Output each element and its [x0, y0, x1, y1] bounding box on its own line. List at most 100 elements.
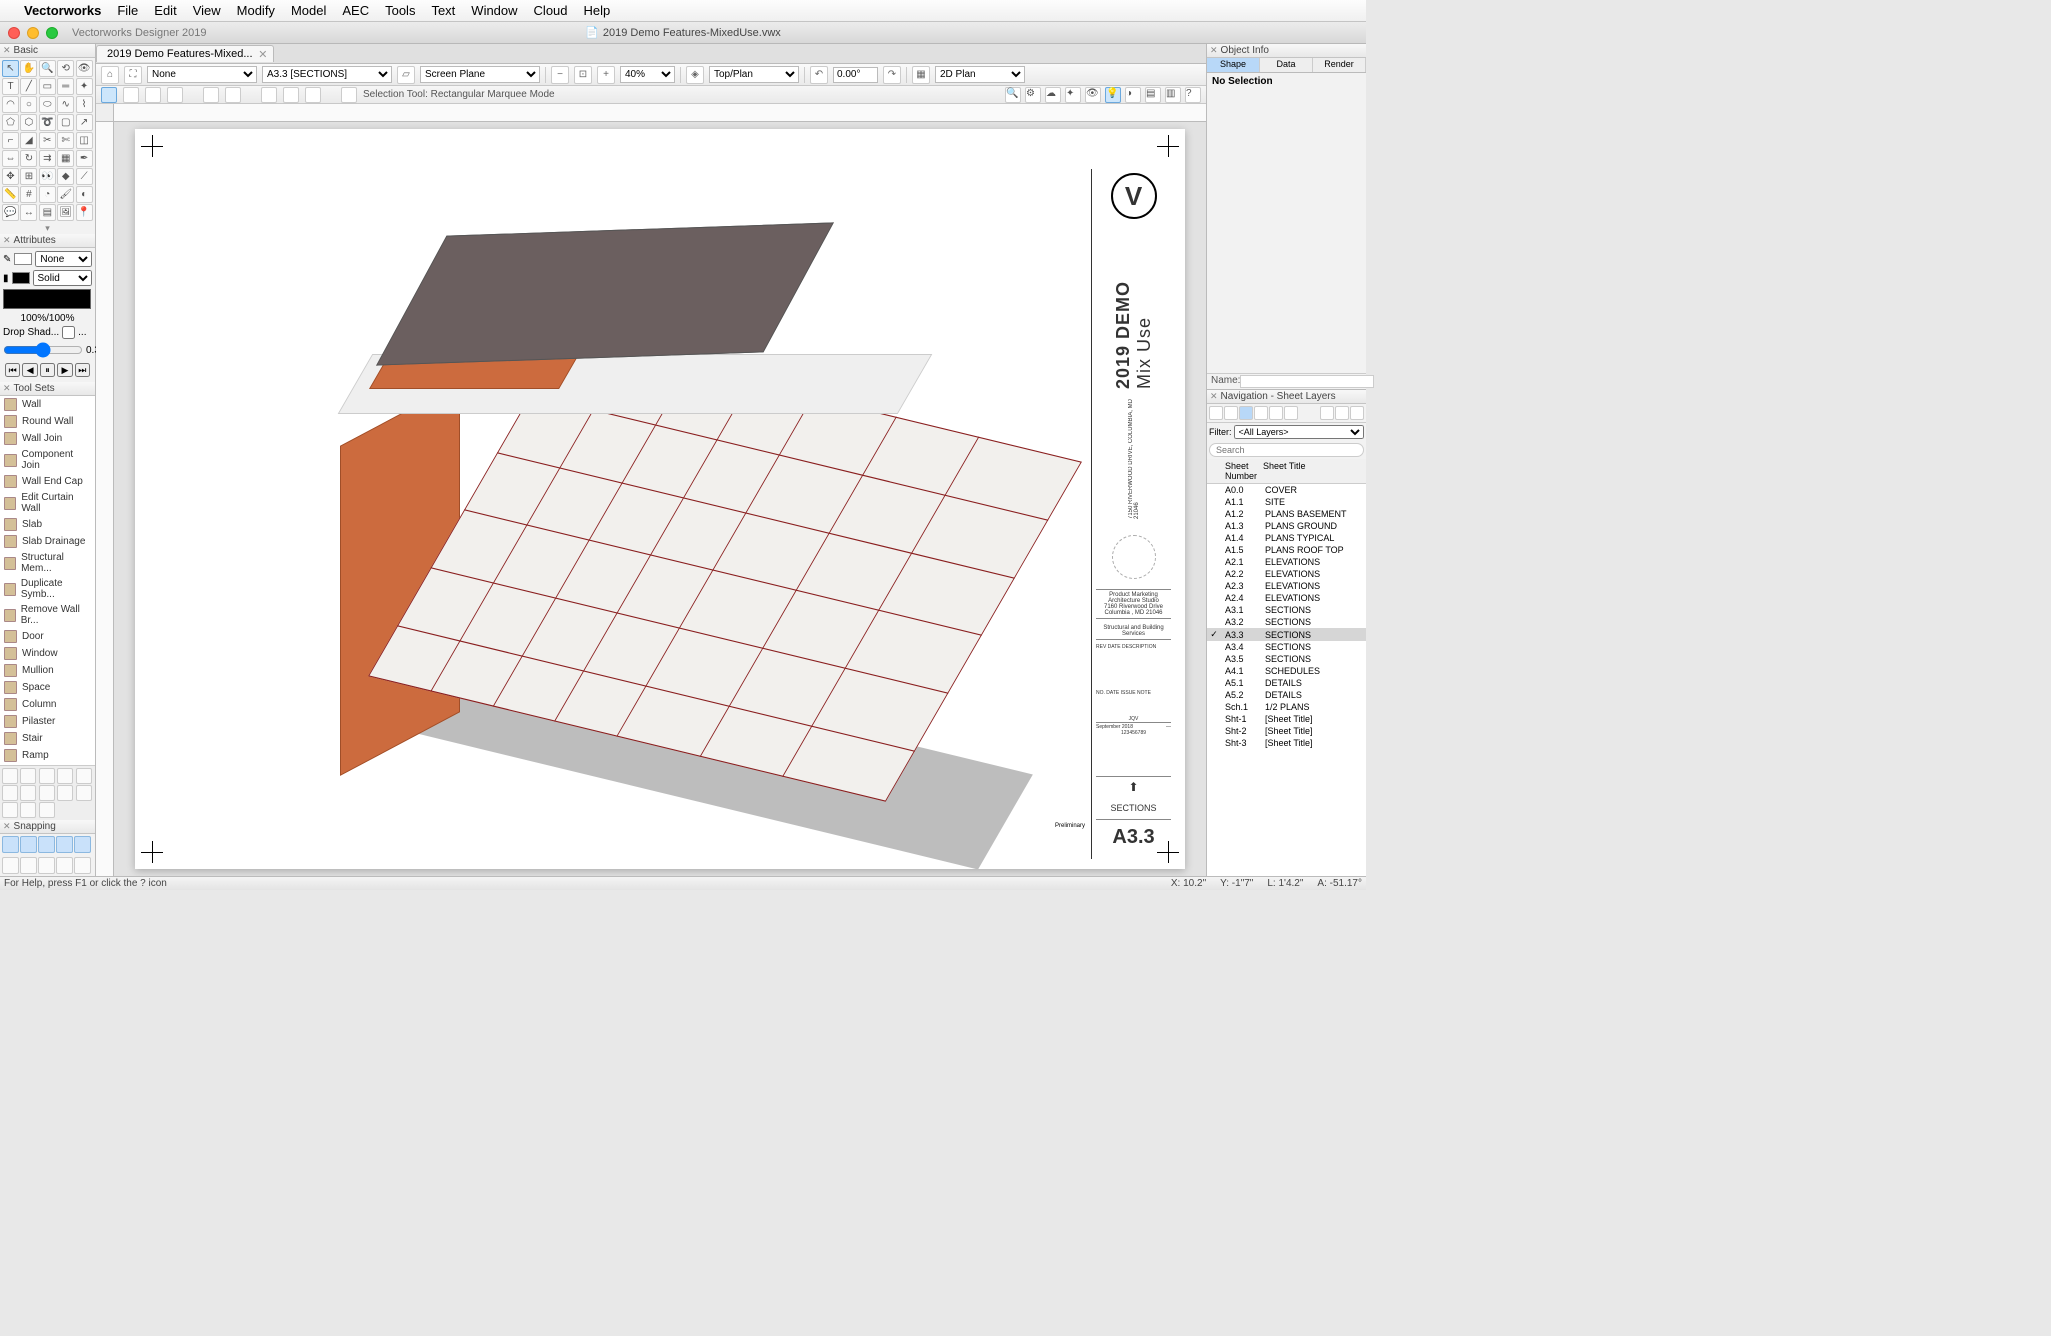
image-tool[interactable]: 🖼 — [57, 204, 74, 221]
selection-tool[interactable]: ↖ — [2, 60, 19, 77]
nav-opt2-icon[interactable] — [1335, 406, 1349, 420]
split-tool[interactable]: ✂ — [39, 132, 56, 149]
attributes-palette-header[interactable]: ✕Attributes — [0, 234, 95, 248]
freehand-tool[interactable]: ∿ — [57, 96, 74, 113]
basic-palette-header[interactable]: ✕Basic — [0, 44, 95, 58]
mep-set[interactable] — [2, 785, 18, 801]
reshape-tool[interactable]: ↗ — [76, 114, 93, 131]
toolset-item[interactable]: Wall Join — [0, 430, 95, 447]
line-tool[interactable]: ╱ — [20, 78, 37, 95]
nav-sheet-row[interactable]: A0.0COVER — [1207, 484, 1366, 496]
quick-classes-icon[interactable]: ▥ — [1165, 87, 1181, 103]
attribute-mapping-tool[interactable]: ▦ — [57, 150, 74, 167]
building-shell-set[interactable] — [2, 768, 18, 784]
menu-tools[interactable]: Tools — [385, 3, 415, 18]
menu-edit[interactable]: Edit — [154, 3, 176, 18]
pen-fg-swatch[interactable] — [14, 253, 32, 265]
plane-icon[interactable]: ▱ — [397, 66, 415, 84]
text-tool[interactable]: T — [2, 78, 19, 95]
snap-smart-edge[interactable] — [20, 857, 37, 874]
zoom-in-icon[interactable]: + — [597, 66, 615, 84]
nav-sheet-row[interactable]: A3.1SECTIONS — [1207, 604, 1366, 616]
mode-poly[interactable] — [145, 87, 161, 103]
mode-opt2[interactable] — [225, 87, 241, 103]
dims-notes-set[interactable] — [76, 768, 92, 784]
mode-opt5[interactable] — [305, 87, 321, 103]
menu-aec[interactable]: AEC — [342, 3, 369, 18]
align-tool[interactable]: ⊞ — [20, 168, 37, 185]
nav-sheet-row[interactable]: A2.3ELEVATIONS — [1207, 580, 1366, 592]
nav-sheet-row[interactable]: Sht-1[Sheet Title] — [1207, 713, 1366, 725]
chamfer-tool[interactable]: ◢ — [20, 132, 37, 149]
next-button[interactable]: ▶ — [57, 363, 72, 377]
menu-text[interactable]: Text — [431, 3, 455, 18]
document-tab[interactable]: 2019 Demo Features-Mixed... ✕ — [96, 45, 274, 62]
nav-column-headers[interactable]: Sheet Number Sheet Title — [1207, 459, 1366, 484]
drop-shadow-settings[interactable]: ... — [78, 327, 86, 338]
opacity-value[interactable]: 100%/100% — [21, 313, 75, 324]
tab-data[interactable]: Data — [1260, 58, 1313, 72]
angle-input[interactable] — [833, 67, 878, 83]
move-tool[interactable]: ✥ — [2, 168, 19, 185]
nav-sheet-layers-icon[interactable] — [1239, 406, 1253, 420]
view-cube-icon[interactable]: ◈ — [686, 66, 704, 84]
filter-select[interactable]: <All Layers> — [1234, 425, 1365, 439]
snap-distance[interactable] — [2, 857, 19, 874]
nav-sheet-row[interactable]: A2.1ELEVATIONS — [1207, 556, 1366, 568]
toolset-item[interactable]: Round Wall — [0, 413, 95, 430]
trim-tool[interactable]: ✄ — [57, 132, 74, 149]
rotate-tool[interactable]: ↻ — [20, 150, 37, 167]
quick-cloud-icon[interactable]: ☁ — [1045, 87, 1061, 103]
rotate-cw-icon[interactable]: ↷ — [883, 66, 901, 84]
toolset-item[interactable]: Slab Drainage — [0, 533, 95, 550]
visibility-tool[interactable]: 👀 — [39, 168, 56, 185]
nav-sheet-row[interactable]: A2.2ELEVATIONS — [1207, 568, 1366, 580]
nav-references-icon[interactable] — [1284, 406, 1298, 420]
snap-object[interactable] — [20, 836, 37, 853]
toolset-item[interactable]: Space — [0, 679, 95, 696]
nav-viewports-icon[interactable] — [1254, 406, 1268, 420]
nav-sheet-row[interactable]: A5.2DETAILS — [1207, 689, 1366, 701]
nav-sheet-row[interactable]: ✓A3.3SECTIONS — [1207, 628, 1366, 641]
number-stamp-tool[interactable]: # — [20, 186, 37, 203]
quick-layers-icon[interactable]: ▤ — [1145, 87, 1161, 103]
menu-help[interactable]: Help — [584, 3, 611, 18]
menu-view[interactable]: View — [193, 3, 221, 18]
toolset-item[interactable]: Edit Curtain Wall — [0, 490, 95, 516]
tab-render[interactable]: Render — [1313, 58, 1366, 72]
dim-tool[interactable]: ↔ — [20, 204, 37, 221]
minimize-icon[interactable] — [27, 27, 39, 39]
fill-swatch[interactable] — [12, 272, 30, 284]
mode-rect-marquee[interactable] — [101, 87, 117, 103]
polygon-tool[interactable]: ⬠ — [2, 114, 19, 131]
navigation-palette-header[interactable]: ✕Navigation - Sheet Layers — [1207, 390, 1366, 404]
close-tab-icon[interactable]: ✕ — [258, 48, 267, 61]
canvas[interactable]: V 2019 DEMO Mix Use 7150 RIVERWOOD DRIVE… — [114, 122, 1206, 876]
render-select[interactable]: 2D Plan — [935, 66, 1025, 83]
toolset-item[interactable]: Column — [0, 696, 95, 713]
quick-pref-icon[interactable]: ⚙ — [1025, 87, 1041, 103]
connect-tool[interactable]: ⟋ — [76, 168, 93, 185]
toolset-item[interactable]: Slab — [0, 516, 95, 533]
quick-help-icon[interactable]: ? — [1185, 87, 1201, 103]
arc-tool[interactable]: ◠ — [2, 96, 19, 113]
zoom-select[interactable]: 40% — [620, 66, 675, 83]
toolset-item[interactable]: Wall — [0, 396, 95, 413]
spaceplan-set[interactable] — [39, 802, 55, 818]
quick-search-icon[interactable]: 🔍 — [1005, 87, 1021, 103]
name-input[interactable] — [1240, 375, 1374, 388]
nav-sheet-row[interactable]: A1.5PLANS ROOF TOP — [1207, 544, 1366, 556]
toolset-item[interactable]: Window — [0, 645, 95, 662]
spotlight-set[interactable] — [39, 785, 55, 801]
mode-opt4[interactable] — [283, 87, 299, 103]
snap-working-plane[interactable] — [56, 857, 73, 874]
protractor-tool[interactable]: ◔ — [39, 186, 56, 203]
toolset-item[interactable]: Duplicate Symb... — [0, 576, 95, 602]
irrigation-set[interactable] — [20, 802, 36, 818]
spiral-tool[interactable]: ➰ — [39, 114, 56, 131]
site-planning-set[interactable] — [20, 768, 36, 784]
gradient-tool[interactable]: ◐ — [76, 186, 93, 203]
nav-sheet-row[interactable]: A1.3PLANS GROUND — [1207, 520, 1366, 532]
nav-sheet-row[interactable]: A3.5SECTIONS — [1207, 653, 1366, 665]
nav-sheet-row[interactable]: A1.4PLANS TYPICAL — [1207, 532, 1366, 544]
